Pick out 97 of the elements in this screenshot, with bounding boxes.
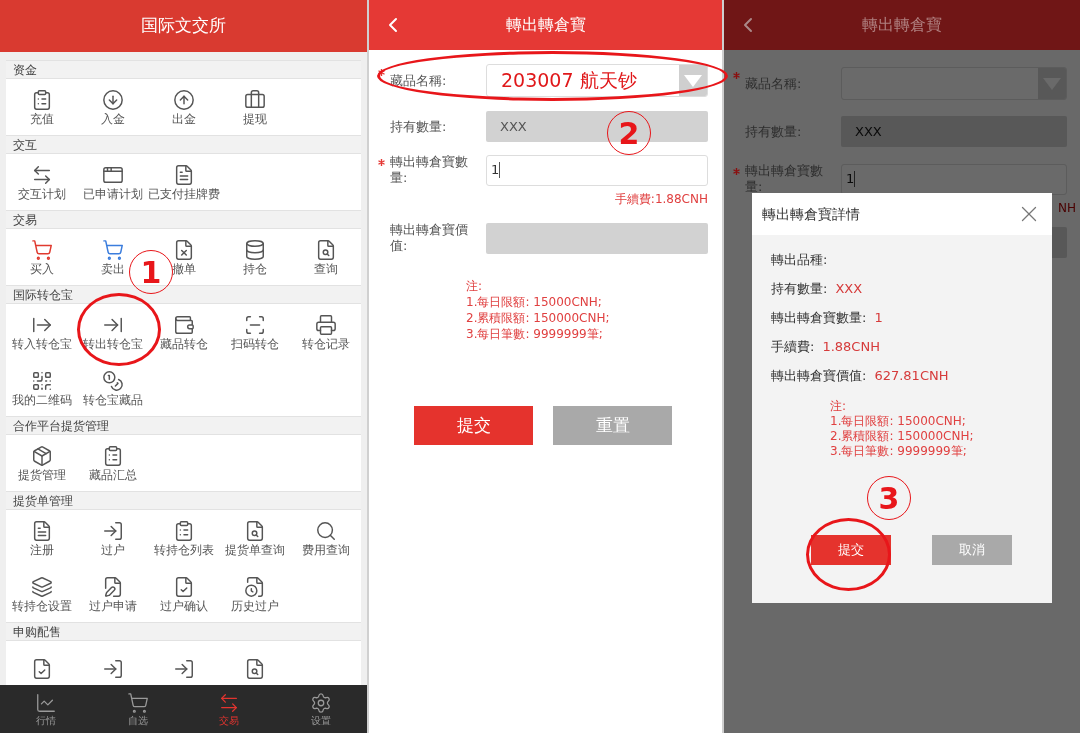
detail-label: 手續費: — [771, 338, 815, 357]
qr-code-icon — [30, 369, 53, 392]
menu-item[interactable]: 过户 — [100, 519, 125, 557]
text-cursor — [854, 171, 856, 187]
menu-item[interactable]: 入金 — [100, 88, 125, 126]
detail-value: 1 — [874, 309, 883, 328]
select-field[interactable]: 203007 航天钞 — [486, 64, 708, 97]
menu-item[interactable]: 我的二维码 — [11, 369, 72, 407]
box-icon — [30, 444, 53, 467]
enter-icon — [172, 658, 195, 680]
menu-item[interactable]: 过户申请 — [88, 575, 137, 613]
tab[interactable]: 设置 — [275, 685, 367, 733]
briefcase-icon — [243, 88, 266, 111]
section-title: 申购配售 — [13, 623, 61, 641]
header-title: 国际文交所 — [141, 14, 226, 38]
printer-icon — [314, 313, 337, 336]
menu-item[interactable]: 撤单 — [171, 238, 196, 276]
menu-item[interactable]: 注册 — [29, 519, 54, 557]
detail-label: 轉出轉倉寶價值: — [771, 367, 867, 386]
note-text: 注: — [466, 278, 484, 294]
dialog-title: 轉出轉倉寶詳情 — [762, 204, 860, 224]
layers-icon — [30, 575, 53, 598]
detail-value: 627.81CNH — [874, 367, 949, 386]
section-title: 交易 — [13, 211, 37, 229]
note-text: 1.每日限額: 15000CNH; — [466, 294, 603, 310]
coins-icon — [101, 369, 124, 392]
menu-item[interactable]: 转仓记录 — [301, 313, 350, 351]
field-label: 持有數量: — [390, 118, 448, 135]
detail-label: 持有數量: — [771, 280, 828, 299]
note-text: 注: — [830, 399, 848, 414]
cart-icon — [126, 692, 149, 714]
tab[interactable]: 自选 — [91, 685, 184, 733]
section-title: 提货单管理 — [13, 492, 73, 510]
note-text: 3.每日筆數: 9999999筆; — [466, 326, 604, 342]
detail-label: 轉出品種: — [771, 251, 828, 270]
cart-icon — [101, 238, 124, 261]
menu-item[interactable]: 交互计划 — [17, 163, 66, 201]
header-title: 轉出轉倉寶 — [862, 14, 942, 36]
menu-item[interactable]: 过户确认 — [159, 575, 208, 613]
detail-value: XXX — [835, 280, 863, 299]
section-title: 资金 — [13, 61, 37, 79]
cart-icon — [30, 238, 53, 261]
menu-item[interactable]: 买入 — [29, 238, 54, 276]
input-field[interactable]: 1 — [486, 154, 708, 186]
menu-item[interactable]: 藏品汇总 — [88, 444, 137, 482]
enter-icon — [101, 519, 124, 542]
search-icon — [314, 519, 337, 542]
settings-icon — [310, 692, 333, 714]
database-icon — [243, 238, 266, 261]
menu-item[interactable]: 出金 — [171, 88, 196, 126]
dropdown-triangle-icon — [683, 73, 703, 88]
section-title: 国际转仓宝 — [13, 286, 73, 304]
menu-item[interactable]: 转持仓设置 — [11, 575, 72, 613]
fee-text: NH — [1058, 200, 1076, 217]
tab[interactable]: 行情 — [0, 685, 92, 733]
menu-item[interactable]: 转持仓列表 — [153, 519, 214, 557]
menu-item[interactable]: 已申请计划 — [82, 163, 143, 201]
note-text: 1.每日限額: 15000CNH; — [830, 414, 967, 429]
field-label: 轉出轉倉寶價值: — [390, 222, 469, 254]
note-text: 3.每日筆數: 9999999筆; — [830, 444, 968, 459]
menu-item[interactable]: 查询 — [313, 238, 338, 276]
menu-item[interactable]: 充值 — [29, 88, 54, 126]
menu-item[interactable]: 历史过户 — [230, 575, 279, 613]
field-label: 轉出轉倉寶數量: — [390, 154, 469, 186]
menu-item[interactable]: 藏品转仓 — [159, 313, 208, 351]
menu-item[interactable]: 卖出 — [100, 238, 125, 276]
detail-label: 轉出轉倉寶數量: — [771, 309, 867, 328]
enter-icon — [101, 658, 124, 680]
field-label: 藏品名稱: — [390, 72, 448, 89]
menu-item[interactable] — [101, 658, 124, 680]
menu-item[interactable]: 提货单查询 — [224, 519, 285, 557]
readonly-field: XXX — [841, 116, 1067, 147]
menu-item[interactable] — [172, 658, 195, 680]
scan-icon — [243, 313, 266, 336]
fee-text: 手續費:1.88CNH — [614, 191, 708, 208]
wallet-icon — [172, 313, 195, 336]
note-text: 2.累積限額: 150000CNH; — [830, 429, 975, 444]
menu-item[interactable]: 提货管理 — [17, 444, 66, 482]
document-clock-icon — [243, 575, 266, 598]
menu-item[interactable]: 已支付挂牌费 — [147, 163, 220, 201]
menu-item[interactable]: 提现 — [242, 88, 267, 126]
input-field[interactable]: 1 — [841, 163, 1067, 195]
submit-button[interactable]: 提交 — [414, 406, 533, 445]
text-cursor — [499, 162, 501, 178]
section-title: 交互 — [13, 136, 37, 154]
detail-value: 1.88CNH — [822, 338, 880, 357]
field-label: 藏品名稱: — [745, 75, 803, 92]
menu-item[interactable]: 费用查询 — [301, 519, 350, 557]
menu-item[interactable]: 扫码转仓 — [230, 313, 279, 351]
line-chart-icon — [34, 692, 57, 714]
menu-item[interactable]: 转仓宝藏品 — [82, 369, 143, 407]
header-title: 轉出轉倉寶 — [505, 14, 586, 36]
section-title: 合作平台提货管理 — [13, 417, 109, 435]
note-text: 2.累積限額: 150000CNH; — [466, 310, 611, 326]
menu-item[interactable]: 持仓 — [242, 238, 267, 276]
submit-button[interactable]: 提交 — [811, 535, 891, 565]
menu-item[interactable]: 转入转仓宝 — [11, 313, 72, 351]
